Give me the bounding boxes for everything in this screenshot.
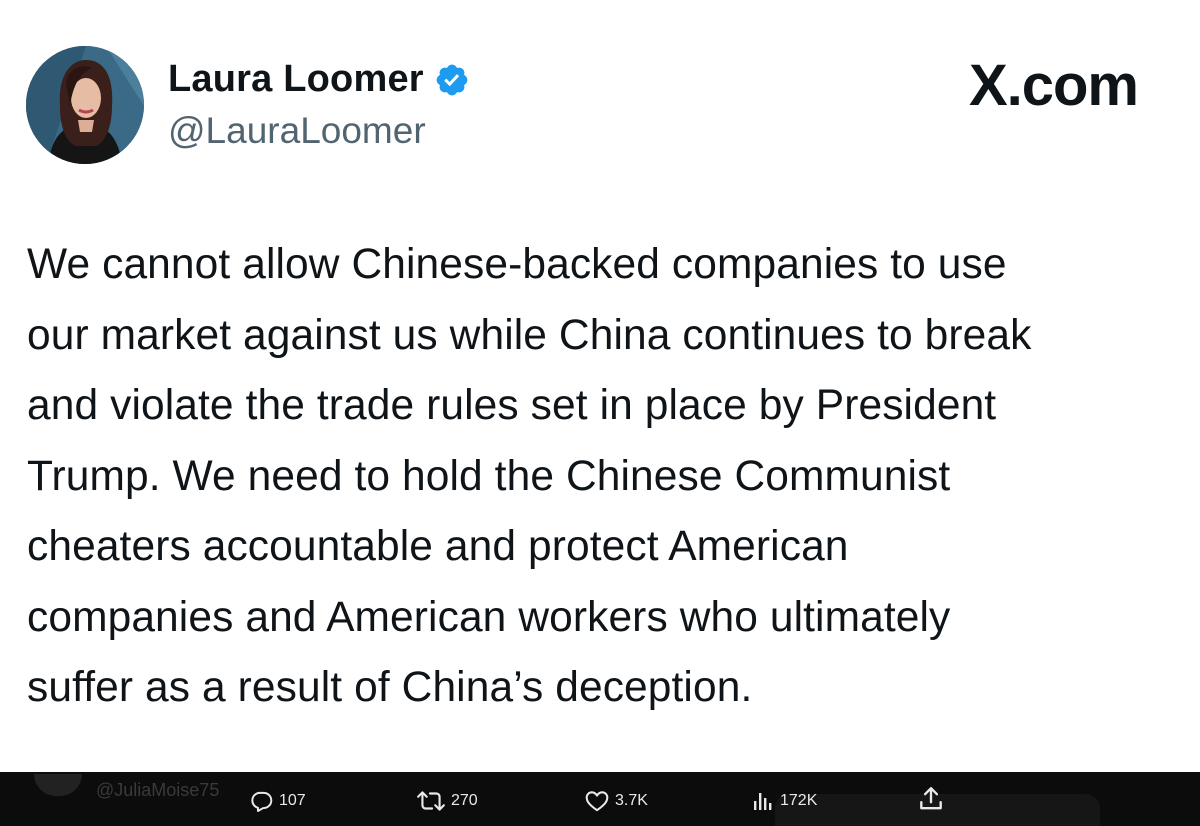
tweet-text-line: suffer as a result of China’s deception. <box>27 664 753 711</box>
tweet-text-line: We cannot allow Chinese-backed companies… <box>27 241 1007 288</box>
reply-button[interactable]: 107 <box>248 788 306 814</box>
heart-icon <box>584 788 610 814</box>
verified-badge-icon <box>434 62 470 98</box>
author-display-name[interactable]: Laura Loomer <box>168 58 424 101</box>
background-handle: @JuliaMoise75 <box>96 780 220 800</box>
reply-count: 107 <box>279 792 306 809</box>
repost-icon <box>416 788 446 814</box>
views-button[interactable]: 172K <box>751 788 817 814</box>
tweet-card: Laura Loomer @LauraLoomer X.com We canno… <box>0 0 1200 772</box>
tweet-text-line: Trump. We need to hold the Chinese Commu… <box>27 452 951 500</box>
like-button[interactable]: 3.7K <box>584 788 648 814</box>
tweet-text-line: our market against us while China contin… <box>27 311 1032 359</box>
tweet-text-line: cheaters accountable and protect America… <box>27 523 849 570</box>
author-name-row: Laura Loomer <box>168 58 470 101</box>
tweet-action-bar: @JuliaMoise75 107 270 3.7K 172K <box>0 772 1200 826</box>
share-button[interactable] <box>918 786 944 812</box>
reply-icon <box>248 788 274 814</box>
x-com-logo: X.com <box>968 53 1139 118</box>
tweet-text-line: and violate the trade rules set in place… <box>27 382 997 429</box>
views-icon <box>751 788 775 814</box>
author-handle[interactable]: @LauraLoomer <box>168 110 426 152</box>
tweet-text: We cannot allow Chinese-backed companies… <box>27 230 1167 724</box>
like-count: 3.7K <box>615 792 648 809</box>
background-avatar <box>34 774 82 796</box>
profile-photo <box>26 46 144 164</box>
tweet-text-line: companies and American workers who ultim… <box>27 593 951 641</box>
views-count: 172K <box>780 792 818 809</box>
repost-count: 270 <box>451 792 478 809</box>
repost-button[interactable]: 270 <box>416 788 478 814</box>
share-icon <box>918 785 944 813</box>
avatar[interactable] <box>26 46 144 164</box>
